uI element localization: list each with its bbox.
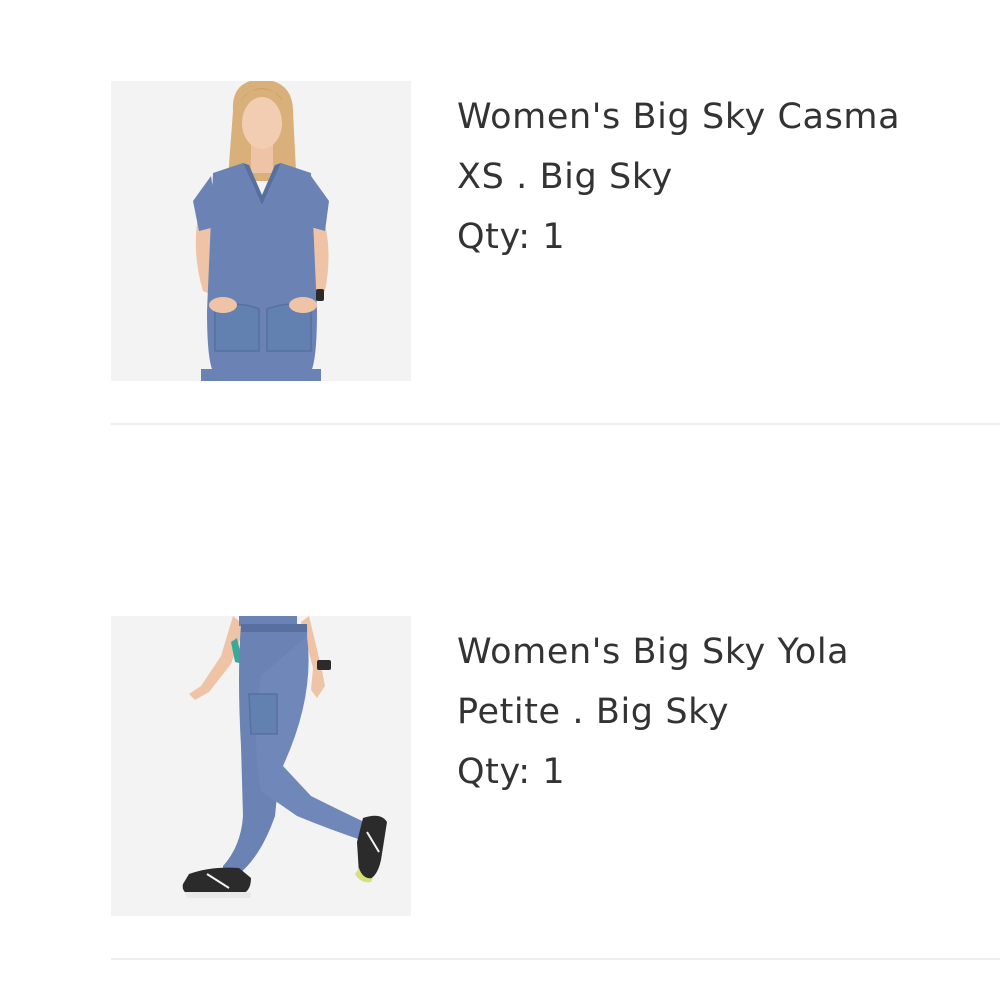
scrub-top-photo-icon — [111, 81, 411, 381]
product-quantity: Qty: 1 — [457, 207, 977, 267]
order-item: Women's Big Sky Casma XS . Big Sky Qty: 1 — [0, 81, 1000, 381]
quantity-label: Qty: — [457, 752, 531, 792]
scrub-pants-photo-icon — [111, 616, 411, 916]
divider — [111, 423, 1000, 425]
quantity-label: Qty: — [457, 217, 531, 257]
product-name[interactable]: Women's Big Sky Yola — [457, 622, 977, 682]
product-details: Women's Big Sky Casma XS . Big Sky Qty: 1 — [457, 87, 977, 267]
product-quantity: Qty: 1 — [457, 742, 977, 802]
product-image-scrub-pants[interactable] — [111, 616, 411, 916]
divider — [111, 958, 1000, 960]
order-item: Women's Big Sky Yola Petite . Big Sky Qt… — [0, 616, 1000, 916]
product-variant: XS . Big Sky — [457, 157, 673, 197]
quantity-value: 1 — [542, 752, 566, 792]
product-details: Women's Big Sky Yola Petite . Big Sky Qt… — [457, 622, 977, 802]
product-image-scrub-top[interactable] — [111, 81, 411, 381]
product-name[interactable]: Women's Big Sky Casma — [457, 87, 977, 147]
quantity-value: 1 — [542, 217, 566, 257]
product-variant: Petite . Big Sky — [457, 692, 730, 732]
